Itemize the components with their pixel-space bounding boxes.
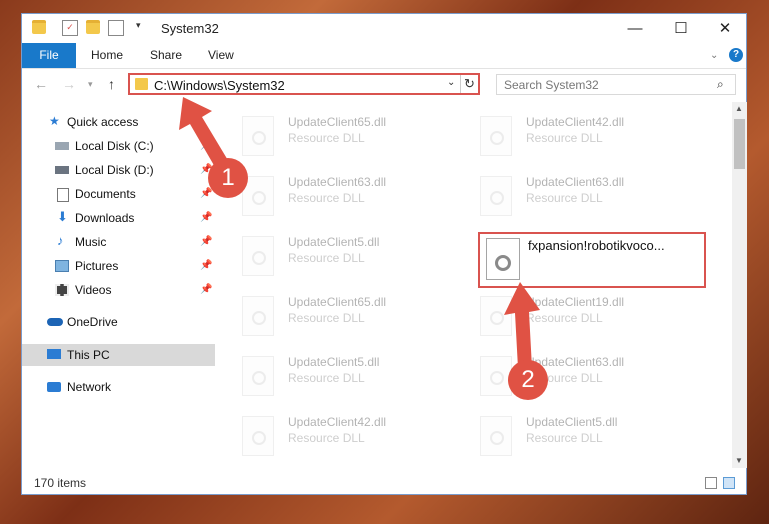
step-one-badge: 1 (208, 158, 248, 198)
annotation-overlay (179, 97, 540, 368)
step-two-badge: 2 (508, 360, 548, 400)
arrow-two (504, 282, 540, 368)
